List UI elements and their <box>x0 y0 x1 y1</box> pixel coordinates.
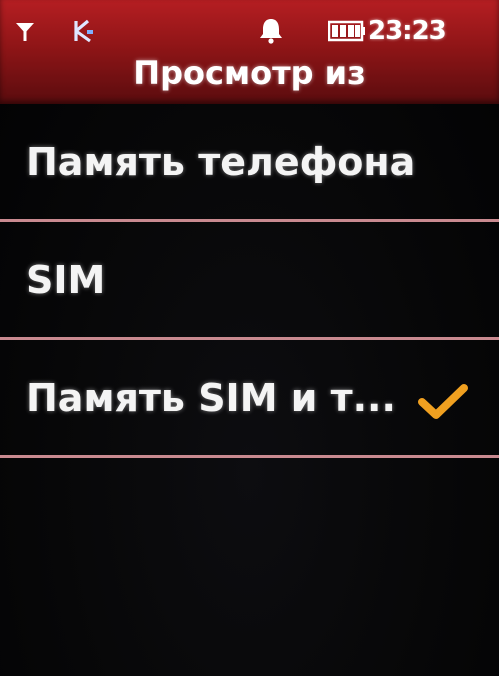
status-clock: 23:23 <box>368 16 447 46</box>
battery-icon <box>328 20 365 42</box>
option-label: Память телефона <box>26 140 416 184</box>
checkmark-icon <box>418 384 468 419</box>
status-bar: 23:23 <box>0 8 499 48</box>
option-sim-and-phone[interactable]: Память SIM и т... <box>0 340 499 458</box>
option-label: SIM <box>26 258 106 302</box>
alarm-icon <box>260 19 282 44</box>
option-phone-memory[interactable]: Память телефона <box>0 104 499 222</box>
option-sim[interactable]: SIM <box>0 222 499 340</box>
options-list: Память телефона SIM Память SIM и т... <box>0 104 499 458</box>
network-icon <box>74 19 93 43</box>
signal-icon <box>16 23 34 41</box>
page-title: Просмотр из <box>133 54 366 92</box>
phone-screen: 23:23 Просмотр из Память телефона SIM Па… <box>0 0 499 676</box>
option-label: Память SIM и т... <box>26 376 396 420</box>
header: 23:23 Просмотр из <box>0 0 499 104</box>
